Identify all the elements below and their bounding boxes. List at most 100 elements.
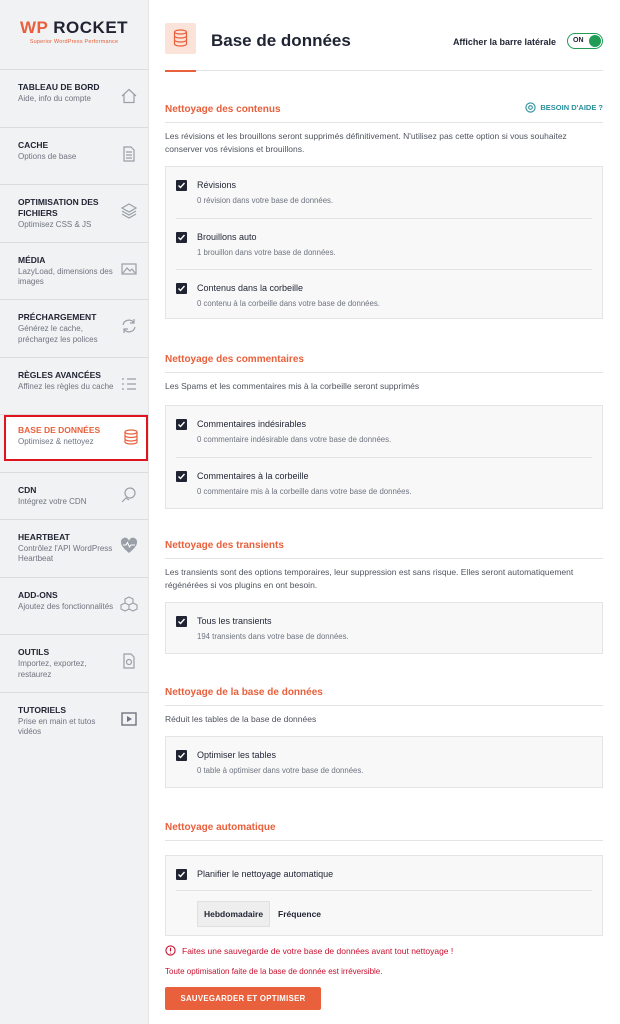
checkbox-checked[interactable] [176,283,187,294]
sidebar-item-title: HEARTBEAT [18,531,70,542]
option-subtitle: 0 révision dans votre base de données. [197,196,334,205]
sidebar-toggle[interactable]: ON [567,33,603,49]
section-title: Nettoyage automatique [165,822,603,841]
file-icon [123,145,135,162]
option-all-transients[interactable]: Tous les transients 194 transients dans … [176,603,592,653]
sidebar-item-subtitle: Prise en main et tutos vidéos [18,716,96,737]
heartbeat-icon [120,537,138,553]
section-description: Réduit les tables de la base de données [165,714,317,724]
option-optimize-tables[interactable]: Optimiser les tables 0 table à optimiser… [176,737,592,787]
options-box: Révisions 0 révision dans votre base de … [165,166,603,319]
sidebar-item-title: PRÉCHARGEMENT [18,312,97,322]
sidebar-item-title: BASE DE DONNÉES [18,425,101,435]
section-description: Les transients sont des options temporai… [165,567,574,590]
help-link[interactable]: BESOIN D'AIDE ? [525,102,603,113]
backup-warning: Faites une sauvegarde de votre base de d… [165,945,453,956]
section-contents-cleanup: Nettoyage des contenus BESOIN D'AIDE ? L… [165,102,603,319]
section-comments-cleanup: Nettoyage des commentaires Les Spams et … [165,354,603,509]
checkbox-checked[interactable] [176,419,187,430]
checkbox-checked[interactable] [176,750,187,761]
options-box: Planifier le nettoyage automatique Hebdo… [165,855,603,936]
section-transients-cleanup: Nettoyage des transients Les transients … [165,540,603,654]
toggle-knob [589,35,601,47]
warning-icon [165,945,176,956]
sidebar-item-tools[interactable]: OUTILS Importez, exportez, restaurez [0,635,148,693]
option-label: Contenus dans la corbeille [197,283,304,293]
sidebar-item-subtitle: Affinez les règles du cache [18,381,114,391]
option-label: Révisions [197,180,237,190]
cdn-icon [121,486,136,502]
frequency-row: Hebdomadaire Fréquence [197,901,592,927]
sidebar-item-subtitle: Intégrez votre CDN [18,496,87,506]
section-database-cleanup: Nettoyage de la base de données Réduit l… [165,687,603,788]
option-trashed-comments[interactable]: Commentaires à la corbeille 0 commentair… [176,458,592,508]
logo-wp: WP [19,18,49,37]
checkbox-checked[interactable] [176,471,187,482]
checkbox-checked[interactable] [176,869,187,880]
options-box: Commentaires indésirables 0 commentaire … [165,405,603,509]
options-box: Tous les transients 194 transients dans … [165,602,603,654]
sidebar-item-subtitle: Importez, exportez, restaurez [18,659,87,679]
sidebar-item-advanced-rules[interactable]: RÈGLES AVANCÉES Affinez les règles du ca… [0,358,148,415]
warning-text: Faites une sauvegarde de votre base de d… [182,945,454,956]
save-and-optimize-button[interactable]: SAUVEGARDER ET OPTIMISER [165,987,321,1010]
option-trashed-posts[interactable]: Contenus dans la corbeille 0 contenu à l… [176,270,592,318]
option-subtitle: 0 table à optimiser dans votre base de d… [197,766,364,775]
checkbox-checked[interactable] [176,180,187,191]
list-icon [122,377,136,390]
header-accent-line [165,70,196,72]
sidebar-item-cdn[interactable]: CDN Intégrez votre CDN [0,473,148,520]
sidebar-item-subtitle: Optimisez CSS & JS [18,220,92,229]
database-icon [165,23,196,54]
option-label: Commentaires à la corbeille [197,471,309,481]
sidebar-item-preload[interactable]: PRÉCHARGEMENT Générez le cache, précharg… [0,300,148,358]
option-auto-drafts[interactable]: Brouillons auto 1 brouillon dans votre b… [176,219,592,270]
sidebar-item-file-optimization[interactable]: OPTIMISATION DES FICHIERS Optimisez CSS … [0,185,148,243]
sidebar-item-title: OPTIMISATION DES FICHIERS [18,197,99,218]
sidebar-item-title: RÈGLES AVANCÉES [18,369,101,380]
main-content: Base de données Afficher la barre latéra… [149,0,620,1024]
option-label: Planifier le nettoyage automatique [197,869,334,879]
sidebar-item-cache[interactable]: CACHE Options de base [0,128,148,185]
option-schedule-cleanup[interactable]: Planifier le nettoyage automatique [176,856,592,891]
sidebar-item-subtitle: Aide, info du compte [18,94,91,103]
sidebar-item-dashboard[interactable]: TABLEAU DE BORD Aide, info du compte [0,70,148,128]
wp-rocket-logo[interactable]: WP ROCKET Superior WordPress Performance [0,0,148,70]
sidebar-item-media[interactable]: MÉDIA LazyLoad, dimensions des images [0,243,148,300]
lifebuoy-icon [525,102,537,113]
video-icon [121,711,137,726]
section-title: Nettoyage des transients [165,540,603,559]
sidebar-item-title: TUTORIELS [18,704,67,715]
sidebar-item-title: CDN [18,484,37,495]
layers-icon [120,203,138,219]
sidebar-item-subtitle: Optimisez & nettoyez [18,437,94,446]
checkbox-checked[interactable] [176,232,187,243]
option-subtitle: 1 brouillon dans votre base de données. [197,248,336,257]
frequency-label: Fréquence [278,909,322,919]
sidebar-item-tutorials[interactable]: TUTORIELS Prise en main et tutos vidéos [0,693,148,751]
sidebar: WP ROCKET Superior WordPress Performance… [0,0,149,1024]
toggle-state-text: ON [573,37,584,44]
option-spam-comments[interactable]: Commentaires indésirables 0 commentaire … [176,406,592,458]
sidebar-item-title: ADD-ONS [18,589,58,600]
options-box: Optimiser les tables 0 table à optimiser… [165,736,603,788]
option-label: Tous les transients [197,616,272,626]
sidebar-item-heartbeat[interactable]: HEARTBEAT Contrôlez l'API WordPress Hear… [0,520,148,578]
sidebar-item-subtitle: Options de base [18,151,77,161]
section-title: Nettoyage de la base de données [165,687,603,706]
section-title: Nettoyage des commentaires [165,354,603,373]
database-icon [124,429,138,445]
sidebar-item-addons[interactable]: ADD-ONS Ajoutez des fonctionnalités [0,578,148,635]
sidebar-item-database[interactable]: BASE DE DONNÉES Optimisez & nettoyez [4,415,148,461]
option-revisions[interactable]: Révisions 0 révision dans votre base de … [176,167,592,219]
sidebar-item-title: TABLEAU DE BORD [18,82,100,92]
checkbox-checked[interactable] [176,616,187,627]
option-subtitle: 0 commentaire indésirable dans votre bas… [197,435,392,444]
sidebar-item-subtitle: LazyLoad, dimensions des images [18,266,113,287]
page-title: Base de données [211,31,351,50]
option-subtitle: 194 transients dans votre base de donnée… [197,632,349,641]
section-description: Les Spams et les commentaires mis à la c… [165,381,420,391]
frequency-select[interactable]: Hebdomadaire [197,901,271,927]
option-subtitle: 0 contenu à la corbeille dans votre base… [197,299,380,308]
section-description: Les révisions et les brouillons seront s… [165,131,567,154]
